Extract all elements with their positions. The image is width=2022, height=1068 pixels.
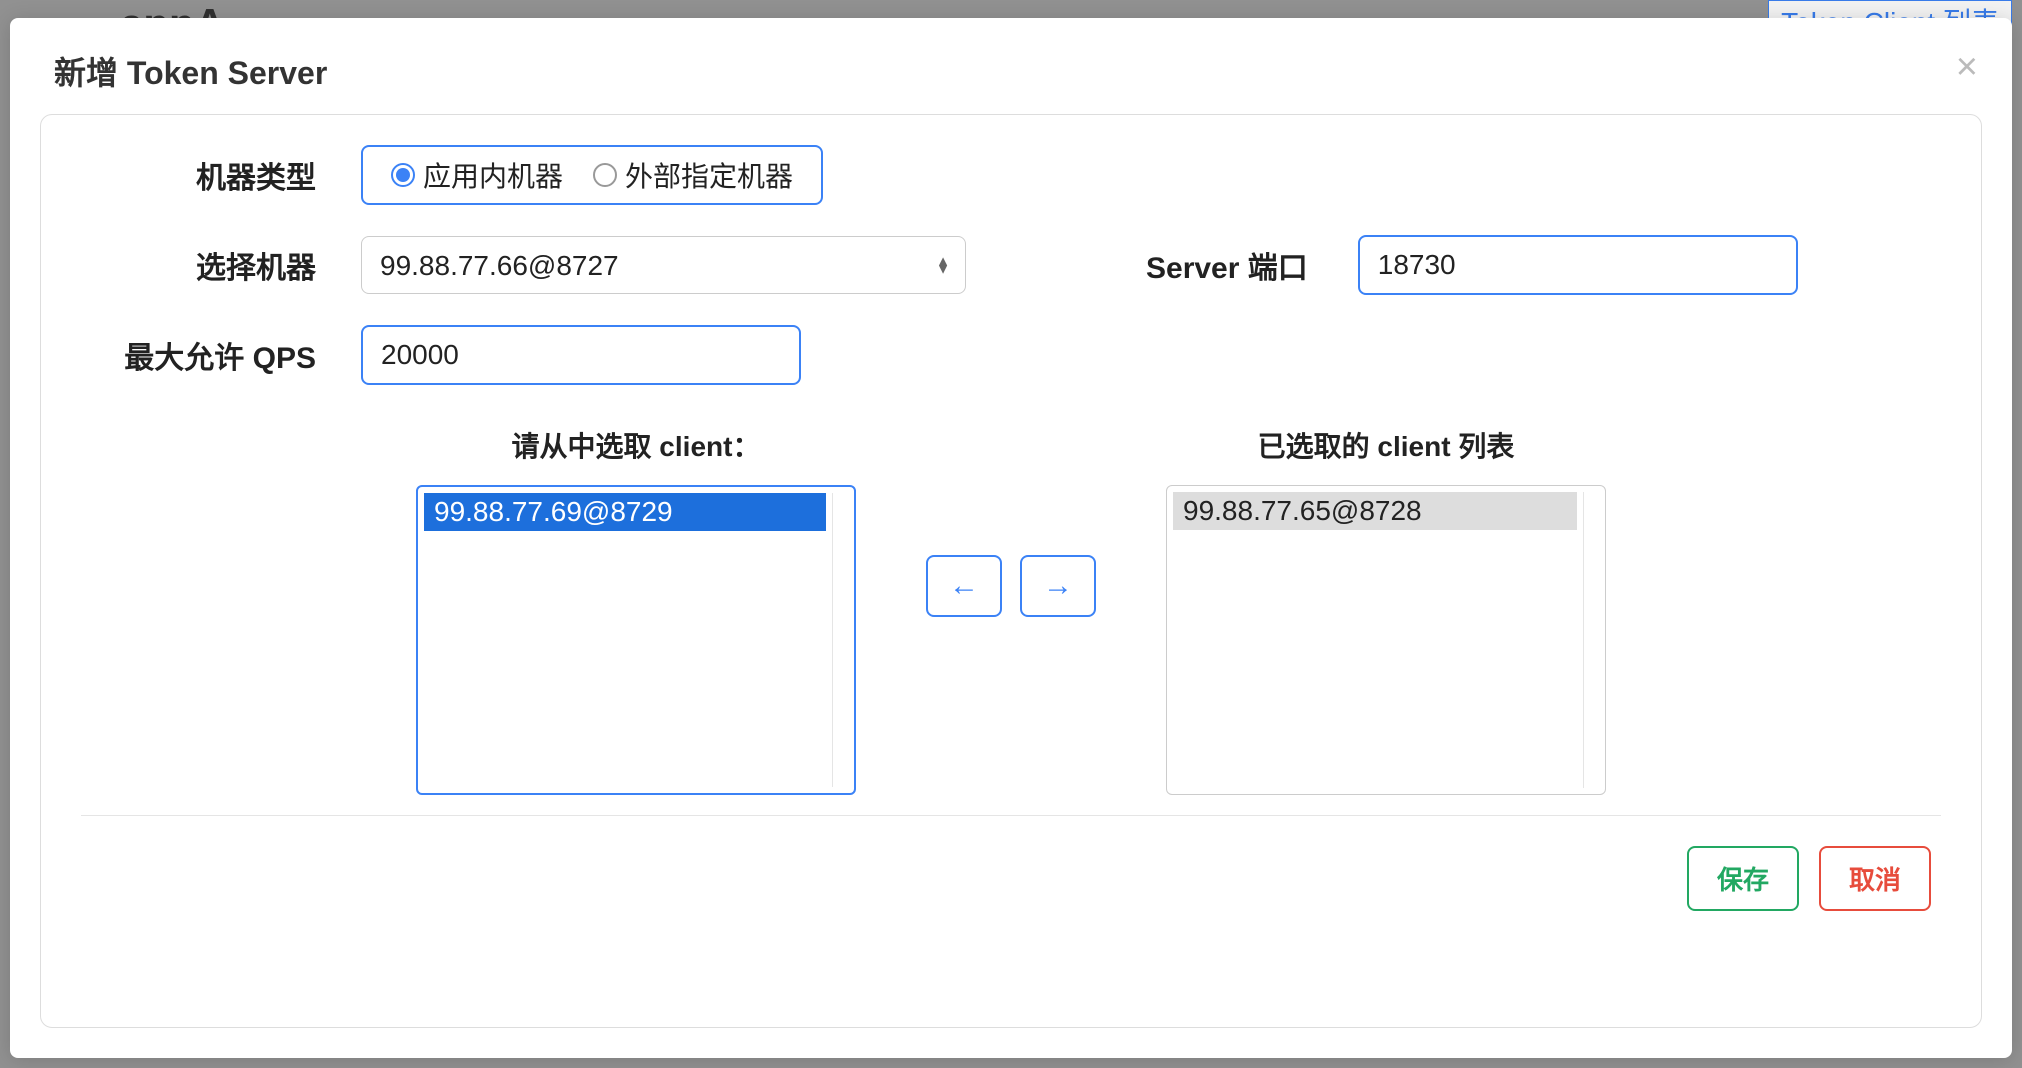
close-icon[interactable]: × [1956,48,1978,86]
transfer-buttons: ← → [926,555,1096,617]
server-port-input[interactable] [1358,235,1798,295]
available-clients-column: 请从中选取 client： 99.88.77.69@8729 [416,425,856,795]
radio-internal-label: 应用内机器 [423,155,563,195]
list-item[interactable]: 99.88.77.69@8729 [424,493,826,531]
modal-overlay: 新增 Token Server × 机器类型 应用内机器 外部指定机器 [0,0,2022,1068]
save-button[interactable]: 保存 [1687,846,1799,911]
server-port-label: Server 端口 [1146,243,1308,287]
selected-clients-title: 已选取的 client 列表 [1258,425,1515,465]
selected-clients-column: 已选取的 client 列表 99.88.77.65@8728 [1166,425,1606,795]
select-machine-dropdown[interactable]: 99.88.77.66@8727 [361,236,966,294]
move-left-button[interactable]: ← [926,555,1002,617]
machine-type-label: 机器类型 [81,153,341,197]
select-machine-wrapper: 99.88.77.66@8727 ▲▼ [361,236,966,294]
modal-header: 新增 Token Server × [10,18,2012,114]
max-qps-label: 最大允许 QPS [81,333,341,377]
client-transfer-section: 请从中选取 client： 99.88.77.69@8729 ← → [81,425,1941,795]
modal-footer: 保存 取消 [81,846,1941,911]
machine-type-row: 机器类型 应用内机器 外部指定机器 [81,145,1941,205]
arrow-right-icon: → [1043,569,1073,603]
max-qps-input[interactable] [361,325,801,385]
max-qps-row: 最大允许 QPS [81,325,1941,385]
arrow-left-icon: ← [949,569,979,603]
scrollbar-track[interactable] [832,493,850,787]
footer-divider [81,815,1941,816]
scrollbar-track[interactable] [1583,492,1601,788]
radio-selected-icon [391,163,415,187]
available-clients-listbox[interactable]: 99.88.77.69@8729 [416,485,856,795]
radio-unselected-icon [593,163,617,187]
modal-body: 机器类型 应用内机器 外部指定机器 选择机器 99.88.77.6 [40,114,1982,1028]
select-machine-label: 选择机器 [81,243,341,287]
radio-external-machine[interactable]: 外部指定机器 [593,155,793,195]
radio-internal-machine[interactable]: 应用内机器 [391,155,563,195]
cancel-button[interactable]: 取消 [1819,846,1931,911]
select-machine-row: 选择机器 99.88.77.66@8727 ▲▼ Server 端口 [81,235,1941,295]
move-right-button[interactable]: → [1020,555,1096,617]
add-token-server-modal: 新增 Token Server × 机器类型 应用内机器 外部指定机器 [10,18,2012,1058]
list-item[interactable]: 99.88.77.65@8728 [1173,492,1577,530]
radio-external-label: 外部指定机器 [625,155,793,195]
available-clients-title: 请从中选取 client： [512,425,761,465]
selected-clients-listbox[interactable]: 99.88.77.65@8728 [1166,485,1606,795]
machine-type-radio-group: 应用内机器 外部指定机器 [361,145,823,205]
modal-title: 新增 Token Server [54,48,1968,94]
